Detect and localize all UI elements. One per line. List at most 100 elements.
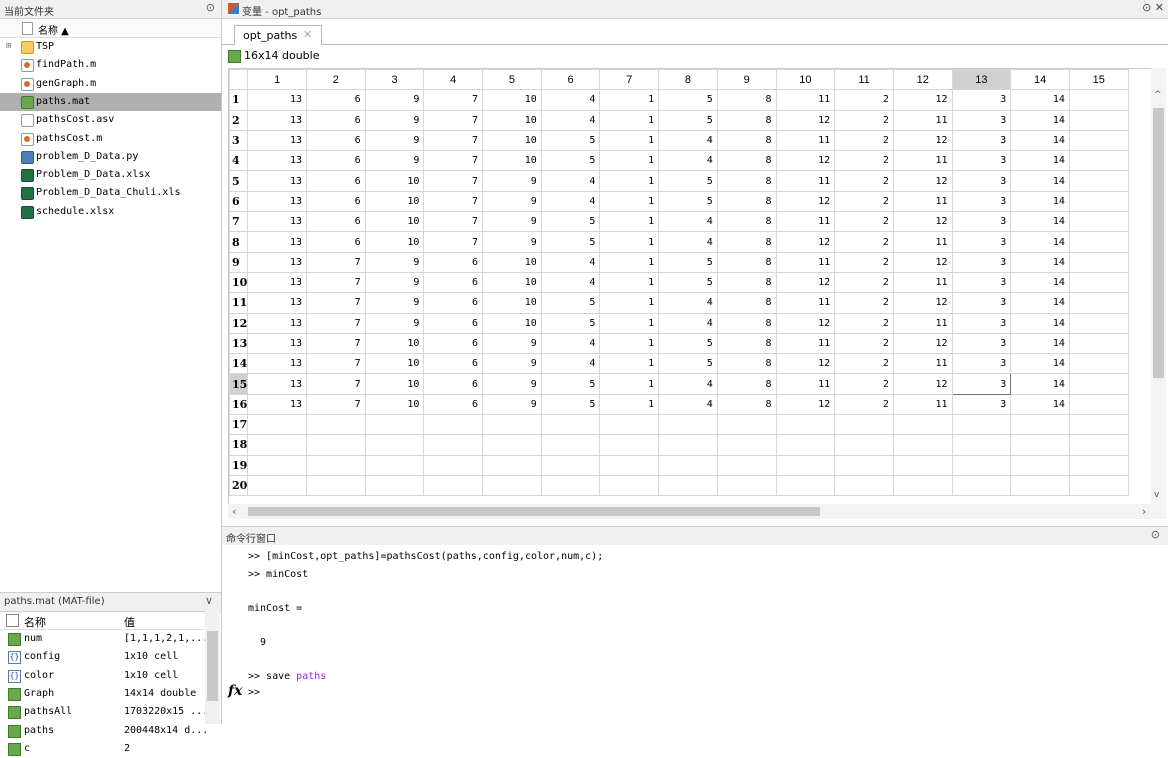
grid-cell[interactable]: 1	[599, 312, 660, 334]
grid-cell[interactable]: 6	[423, 332, 484, 355]
grid-cell[interactable]	[892, 454, 953, 476]
grid-cell[interactable]: 7	[423, 129, 484, 152]
grid-cell[interactable]	[1068, 109, 1129, 131]
grid-cell[interactable]: 7	[306, 292, 366, 314]
grid-cell[interactable]: 13	[247, 373, 307, 395]
grid-cell[interactable]: 3	[951, 190, 1012, 213]
grid-cell[interactable]: 2	[834, 211, 894, 233]
grid-cell[interactable]: 11	[892, 109, 953, 131]
grid-cell[interactable]	[423, 414, 484, 436]
row-header[interactable]: 19	[229, 454, 249, 476]
grid-cell[interactable]: 8	[716, 251, 777, 273]
grid-cell[interactable]: 13	[247, 292, 307, 314]
panel-menu-close-icon[interactable]: ⊙ ✕	[1142, 1, 1164, 14]
grid-cell[interactable]	[834, 474, 894, 497]
grid-cell[interactable]: 1	[599, 211, 660, 233]
grid-cell[interactable]: 13	[247, 211, 307, 233]
grid-cell[interactable]	[1068, 150, 1129, 172]
grid-cell[interactable]: 12	[892, 332, 953, 355]
grid-cell[interactable]	[658, 434, 718, 456]
grid-cell[interactable]	[951, 434, 1012, 456]
grid-cell[interactable]: 13	[247, 312, 307, 334]
grid-vertical-scrollbar[interactable]: ^ v	[1151, 68, 1166, 504]
grid-cell[interactable]: 12	[892, 170, 953, 192]
column-header[interactable]: 9	[716, 69, 777, 91]
grid-cell[interactable]: 8	[716, 89, 777, 111]
grid-cell[interactable]: 2	[834, 231, 894, 253]
grid-cell[interactable]	[1068, 434, 1129, 456]
grid-cell[interactable]	[423, 434, 484, 456]
grid-cell[interactable]	[658, 474, 718, 497]
grid-cell[interactable]: 8	[716, 373, 777, 395]
grid-cell[interactable]: 5	[658, 109, 718, 131]
row-header[interactable]: 15	[229, 373, 249, 395]
grid-cell[interactable]: 9	[364, 150, 425, 172]
grid-cell[interactable]: 5	[540, 231, 601, 253]
grid-cell[interactable]: 12	[892, 211, 953, 233]
grid-cell[interactable]	[1068, 332, 1129, 355]
grid-cell[interactable]	[364, 434, 425, 456]
grid-cell[interactable]: 11	[892, 150, 953, 172]
grid-cell[interactable]: 3	[951, 271, 1012, 294]
grid-cell[interactable]: 7	[306, 393, 366, 416]
grid-cell[interactable]: 1	[599, 129, 660, 152]
grid-cell[interactable]: 12	[892, 89, 953, 111]
grid-cell[interactable]: 10	[364, 190, 425, 213]
row-header[interactable]: 16	[229, 393, 249, 416]
grid-cell[interactable]: 6	[306, 211, 366, 233]
grid-cell[interactable]	[540, 434, 601, 456]
scroll-right-icon[interactable]: ›	[1142, 505, 1146, 518]
column-header[interactable]: 7	[599, 69, 660, 91]
grid-cell[interactable]: 14	[1010, 292, 1070, 314]
row-header[interactable]: 14	[229, 353, 249, 375]
grid-cell[interactable]	[423, 454, 484, 476]
grid-cell[interactable]: 9	[364, 89, 425, 111]
grid-cell[interactable]: 10	[482, 292, 542, 314]
grid-cell[interactable]: 7	[306, 332, 366, 355]
grid-cell[interactable]	[1068, 393, 1129, 416]
grid-cell[interactable]: 14	[1010, 393, 1070, 416]
grid-cell[interactable]	[1068, 373, 1129, 395]
file-item-pathscost-m[interactable]: pathsCost.m	[0, 130, 221, 148]
workspace-var-color[interactable]: {} color 1x10 cell	[0, 667, 204, 685]
grid-cell[interactable]	[834, 414, 894, 436]
scroll-left-icon[interactable]: ‹	[232, 505, 236, 518]
row-header[interactable]: 11	[229, 292, 249, 314]
grid-cell[interactable]: 4	[658, 393, 718, 416]
grid-cell[interactable]: 12	[775, 109, 836, 131]
grid-cell[interactable]: 7	[306, 373, 366, 395]
grid-cell[interactable]: 10	[482, 150, 542, 172]
column-header[interactable]: 3	[364, 69, 425, 91]
grid-cell[interactable]: 9	[482, 190, 542, 213]
workspace-var-graph[interactable]: Graph 14x14 double	[0, 685, 204, 703]
grid-cell[interactable]: 4	[540, 89, 601, 111]
grid-cell[interactable]	[1068, 190, 1129, 213]
grid-cell[interactable]: 1	[599, 332, 660, 355]
grid-cell[interactable]: 1	[599, 150, 660, 172]
grid-cell[interactable]	[892, 434, 953, 456]
grid-cell[interactable]: 10	[482, 271, 542, 294]
grid-cell[interactable]: 1	[599, 373, 660, 395]
grid-cell[interactable]	[364, 454, 425, 476]
grid-cell[interactable]: 6	[306, 190, 366, 213]
expand-icon[interactable]: ⊞	[6, 41, 11, 51]
grid-cell[interactable]: 12	[775, 271, 836, 294]
grid-cell[interactable]	[834, 454, 894, 476]
scroll-down-icon[interactable]: v	[1154, 490, 1159, 500]
grid-cell[interactable]: 9	[482, 393, 542, 416]
grid-cell[interactable]: 10	[364, 170, 425, 192]
file-item-problem-d-data-chuli-xls[interactable]: Problem_D_Data_Chuli.xls	[0, 184, 221, 202]
grid-cell[interactable]: 5	[540, 393, 601, 416]
grid-cell[interactable]: 3	[951, 211, 1012, 233]
grid-cell[interactable]: 4	[658, 211, 718, 233]
grid-cell[interactable]: 9	[364, 312, 425, 334]
grid-cell[interactable]: 10	[364, 373, 425, 395]
grid-cell[interactable]: 1	[599, 231, 660, 253]
grid-cell[interactable]: 1	[599, 353, 660, 375]
scrollbar-thumb[interactable]	[1153, 108, 1164, 378]
grid-cell[interactable]: 13	[247, 251, 307, 273]
grid-corner[interactable]	[229, 69, 249, 91]
grid-cell[interactable]	[247, 434, 307, 456]
grid-cell[interactable]	[1068, 312, 1129, 334]
grid-cell[interactable]	[1068, 454, 1129, 476]
